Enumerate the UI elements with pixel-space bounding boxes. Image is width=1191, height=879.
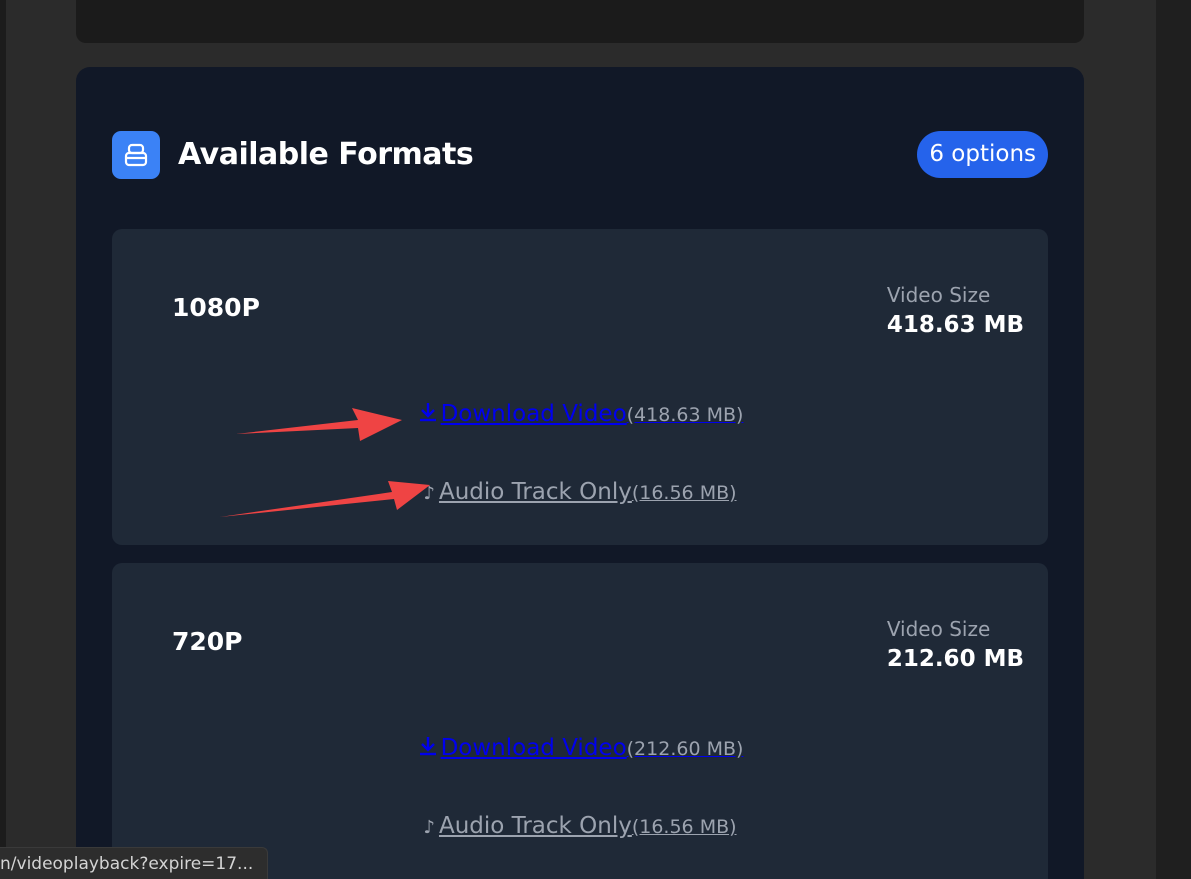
panel-header: Available Formats 6 options <box>112 131 1048 179</box>
download-video-size: (418.63 MB) <box>626 404 744 426</box>
download-video-size: (212.60 MB) <box>626 738 744 760</box>
format-card-1080p: 1080P Video Size 418.63 MB Download Vide… <box>112 229 1048 545</box>
download-video-label: Download Video <box>440 401 627 427</box>
video-size-block: Video Size 418.63 MB <box>887 281 1024 341</box>
page: Available Formats 6 options 1080P Video … <box>0 0 1191 879</box>
format-card-720p: 720P Video Size 212.60 MB Download Video… <box>112 563 1048 879</box>
video-size-label: Video Size <box>886 617 991 641</box>
video-size-block: Video Size 212.60 MB <box>887 615 1024 675</box>
status-bar-url: n/videoplayback?expire=17... <box>0 847 268 879</box>
audio-track-size: (16.56 MB) <box>631 816 737 838</box>
download-video-link[interactable]: Download Video <box>417 735 627 761</box>
video-size-value: 212.60 MB <box>886 646 1024 672</box>
download-icon <box>417 401 439 431</box>
storage-icon <box>112 131 160 179</box>
video-size-label: Video Size <box>886 283 991 307</box>
left-gutter <box>0 0 6 879</box>
panel-title: Available Formats <box>178 137 474 172</box>
previous-card <box>76 0 1084 43</box>
download-video-label: Download Video <box>440 735 627 761</box>
music-note-icon: ♪ <box>423 483 435 504</box>
audio-track-link[interactable]: Audio Track Only <box>439 479 632 505</box>
music-note-icon: ♪ <box>423 817 435 838</box>
video-size-value: 418.63 MB <box>886 312 1024 338</box>
formats-panel: Available Formats 6 options 1080P Video … <box>76 67 1084 879</box>
audio-track-row: ♪ Audio Track Only(16.56 MB) <box>112 477 1048 509</box>
download-icon <box>417 735 439 765</box>
audio-track-link[interactable]: Audio Track Only <box>439 813 632 839</box>
download-video-row: Download Video(212.60 MB) <box>112 733 1048 765</box>
options-count-badge: 6 options <box>917 131 1048 178</box>
audio-track-row: ♪ Audio Track Only(16.56 MB) <box>112 811 1048 843</box>
download-video-link[interactable]: Download Video <box>417 401 627 427</box>
resolution-label: 1080P <box>172 293 260 322</box>
resolution-label: 720P <box>172 627 243 656</box>
audio-track-size: (16.56 MB) <box>631 482 737 504</box>
download-video-row: Download Video(418.63 MB) <box>112 399 1048 431</box>
right-gutter <box>1156 0 1191 879</box>
